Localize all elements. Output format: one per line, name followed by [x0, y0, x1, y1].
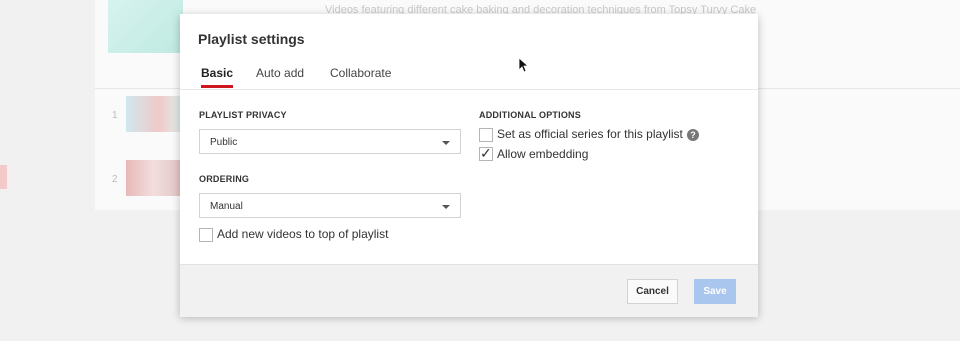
tab-collaborate[interactable]: Collaborate [330, 66, 391, 88]
chevron-down-icon [442, 205, 450, 209]
allow-embedding-checkbox[interactable]: ✓ [479, 145, 493, 161]
row-number: 2 [112, 174, 118, 185]
ordering-value: Manual [210, 201, 243, 212]
video-thumbnail [126, 96, 181, 132]
official-series-label: Set as official series for this playlist [497, 127, 683, 141]
tab-auto-add[interactable]: Auto add [256, 66, 304, 88]
chevron-down-icon [442, 141, 450, 145]
allow-embedding-label: Allow embedding [497, 147, 589, 161]
cancel-button[interactable]: Cancel [627, 279, 678, 304]
playlist-settings-dialog: Playlist settings Basic Auto add Collabo… [180, 14, 758, 317]
video-thumbnail [126, 160, 181, 196]
dialog-title: Playlist settings [198, 31, 305, 47]
row-number: 1 [112, 110, 118, 121]
save-button[interactable]: Save [694, 279, 736, 304]
add-to-top-label: Add new videos to top of playlist [217, 227, 389, 241]
privacy-value: Public [210, 137, 238, 148]
side-accent [0, 165, 7, 189]
privacy-select[interactable]: Public [199, 129, 461, 154]
ordering-label: ORDERING [199, 174, 250, 184]
help-icon[interactable]: ? [687, 129, 699, 141]
dialog-footer: Cancel Save [180, 264, 758, 317]
playlist-thumbnail [108, 0, 183, 53]
add-to-top-checkbox[interactable] [199, 228, 213, 242]
privacy-label: PLAYLIST PRIVACY [199, 110, 287, 120]
additional-options-label: ADDITIONAL OPTIONS [479, 110, 581, 120]
tab-basic[interactable]: Basic [201, 66, 234, 88]
official-series-checkbox[interactable] [479, 128, 493, 142]
tab-bar: Basic Auto add Collaborate [180, 66, 758, 90]
mouse-cursor-icon [518, 57, 529, 73]
checkmark-icon: ✓ [480, 145, 492, 161]
ordering-select[interactable]: Manual [199, 193, 461, 218]
